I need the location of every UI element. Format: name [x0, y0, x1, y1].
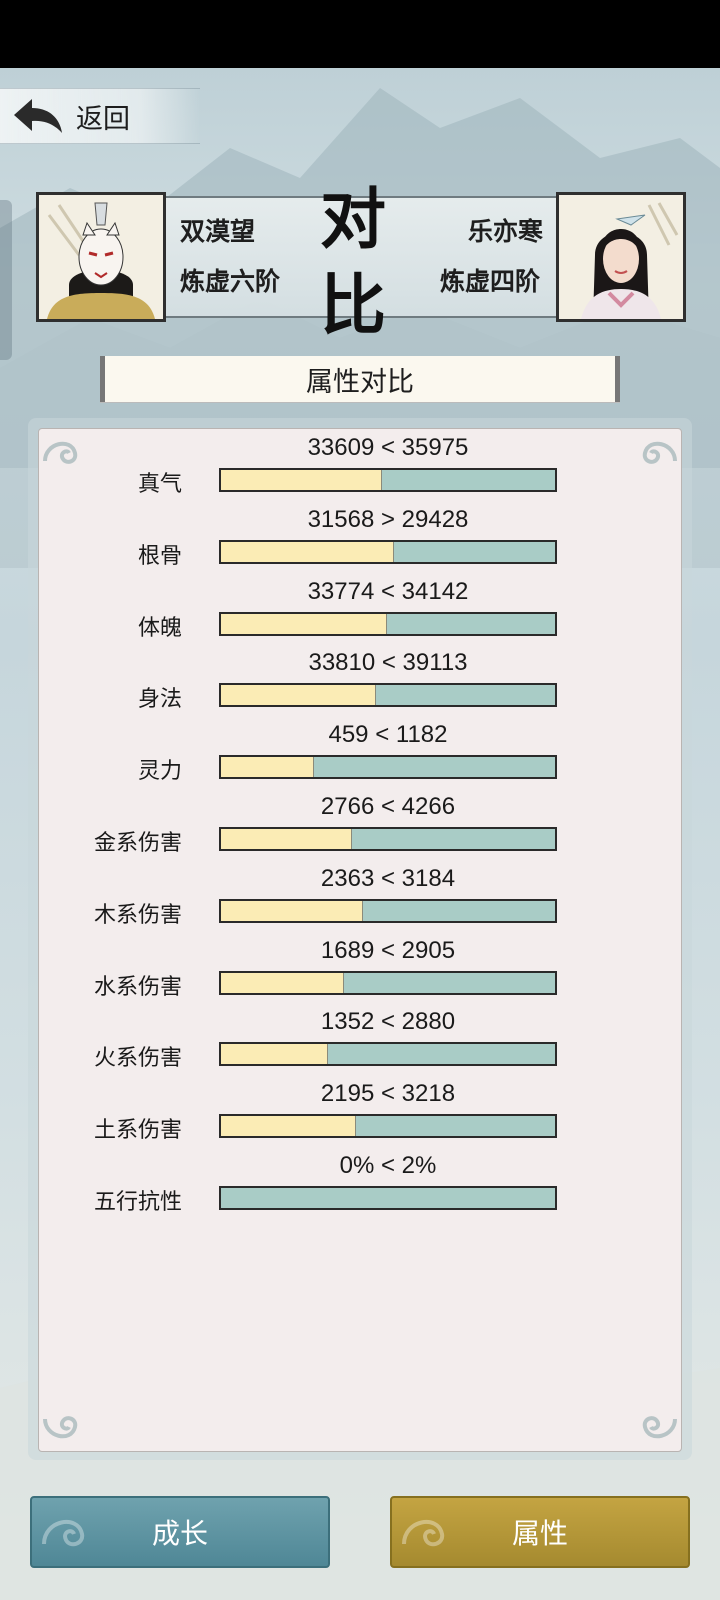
- attributes-button-label: 属性: [511, 1517, 568, 1550]
- stat-label: 根骨: [137, 543, 182, 569]
- growth-button[interactable]: 成长: [30, 1496, 330, 1568]
- stat-value-text: 33810 < 39113: [308, 649, 468, 677]
- player-right-avatar[interactable]: [556, 192, 686, 322]
- stat-bar-left-fill: [221, 972, 344, 993]
- stat-bar-left-fill: [221, 685, 376, 706]
- stat-bar-left-fill: [221, 541, 394, 562]
- player-right-realm: 炼虚四阶: [440, 267, 541, 296]
- stat-label: 身法: [137, 687, 182, 713]
- stat-label: 体魄: [137, 615, 182, 641]
- stat-compare-bar: [219, 683, 557, 708]
- stat-bar-left-fill: [221, 900, 364, 921]
- stat-bar-left-fill: [221, 1116, 357, 1137]
- player-left-avatar[interactable]: [36, 192, 166, 322]
- player-left-realm: 炼虚六阶: [180, 267, 281, 296]
- stat-value-text: 2363 < 3184: [320, 864, 456, 892]
- player-right-name: 乐亦寒: [468, 217, 544, 246]
- stat-compare-bar: [219, 1186, 557, 1210]
- stat-label: 土系伤害: [93, 1118, 182, 1144]
- cloud-corner-icon: [642, 441, 677, 464]
- stat-compare-bar: [219, 898, 557, 923]
- cloud-swirl-icon: [42, 1520, 85, 1547]
- stat-label: 水系伤害: [93, 974, 182, 1000]
- back-button[interactable]: 返回: [0, 88, 200, 144]
- stat-compare-bar: [219, 468, 557, 492]
- stat-value-text: 459 < 1182: [328, 721, 448, 749]
- masked-cultivator-portrait: [39, 195, 163, 319]
- stat-value-text: 1689 < 2905: [320, 936, 456, 964]
- stat-label: 五行抗性: [93, 1190, 182, 1215]
- stat-compare-bar: [219, 1042, 557, 1067]
- stat-label: 灵力: [137, 759, 182, 785]
- stat-compare-bar: [219, 611, 557, 636]
- section-title: 属性对比: [100, 356, 620, 402]
- stat-bar-left-fill: [221, 829, 353, 849]
- back-label: 返回: [76, 103, 130, 135]
- stat-value-text: 2195 < 3218: [320, 1080, 456, 1108]
- cloud-corner-icon: [43, 1416, 78, 1439]
- stat-compare-bar: [219, 755, 557, 780]
- compare-title-bottom: 比: [320, 266, 386, 344]
- stat-bar-left-fill: [221, 470, 383, 490]
- cloud-swirl-icon: [402, 1520, 445, 1547]
- stat-label: 真气: [137, 472, 182, 497]
- stat-value-text: 31568 > 29428: [307, 505, 469, 533]
- stat-value-text: 33609 < 35975: [307, 434, 469, 461]
- compare-title-top: 对: [320, 180, 386, 258]
- stat-compare-bar: [219, 539, 557, 564]
- stat-compare-bar: [219, 970, 557, 995]
- female-cultivator-portrait: [559, 195, 683, 319]
- stat-value-text: 1352 < 2880: [320, 1008, 456, 1036]
- side-tab-handle[interactable]: [0, 200, 12, 360]
- stat-value-text: 2766 < 4266: [320, 793, 456, 820]
- attributes-button[interactable]: 属性: [390, 1496, 690, 1568]
- stat-compare-bar: [219, 1114, 557, 1139]
- stat-label: 火系伤害: [93, 1046, 182, 1072]
- player-left-name: 双漠望: [180, 217, 256, 246]
- stat-bar-left-fill: [221, 613, 388, 634]
- status-bar: [0, 0, 720, 68]
- cloud-corner-icon: [642, 1416, 677, 1439]
- stat-label: 金系伤害: [93, 831, 182, 856]
- back-arrow-icon: [14, 99, 62, 133]
- stat-label: 木系伤害: [93, 902, 182, 928]
- stat-bar-left-fill: [221, 1044, 328, 1065]
- stat-compare-bar: [219, 827, 557, 851]
- stat-value-text: 0% < 2%: [339, 1152, 437, 1179]
- stat-bar-left-fill: [221, 757, 315, 778]
- stat-value-text: 33774 < 34142: [307, 577, 469, 605]
- growth-button-label: 成长: [151, 1517, 208, 1550]
